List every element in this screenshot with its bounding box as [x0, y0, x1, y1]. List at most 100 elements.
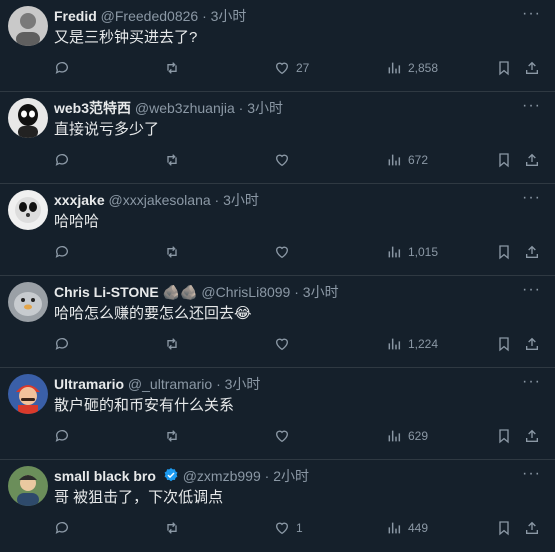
- like-button[interactable]: [274, 426, 296, 446]
- reply-tweet[interactable]: small black bro @zxmzb999 · 2小时 ··· 哥 被狙…: [0, 460, 555, 552]
- separator-dot: ·: [202, 8, 207, 24]
- like-count: 1: [296, 521, 303, 535]
- share-button[interactable]: [524, 58, 540, 78]
- reply-icon: [55, 430, 68, 442]
- like-button[interactable]: 27: [274, 58, 309, 78]
- reply-tweet[interactable]: Fredid @Freeded0826 · 3小时 ··· 又是三秒钟买进去了?…: [0, 0, 555, 92]
- avatar[interactable]: [8, 6, 48, 46]
- share-icon: [526, 61, 538, 74]
- timestamp[interactable]: 3小时: [247, 100, 283, 116]
- more-options-icon[interactable]: ···: [522, 282, 541, 298]
- like-button[interactable]: [274, 150, 296, 170]
- retweet-icon: [167, 154, 177, 166]
- avatar[interactable]: [8, 466, 48, 506]
- avatar[interactable]: [8, 282, 48, 322]
- bookmark-button[interactable]: [496, 518, 512, 538]
- heart-icon: [275, 430, 289, 443]
- share-icon: [526, 153, 538, 166]
- reply-button[interactable]: [54, 150, 70, 170]
- reply-button[interactable]: [54, 518, 70, 538]
- bookmark-button[interactable]: [496, 58, 512, 78]
- tweet-text: 直接说亏多少了: [54, 121, 160, 138]
- view-count: 2,858: [408, 61, 439, 75]
- display-name[interactable]: Fredid: [54, 8, 97, 24]
- reply-button[interactable]: [54, 334, 70, 354]
- reply-button[interactable]: [54, 426, 70, 446]
- user-handle[interactable]: @xxxjakesolana: [109, 192, 211, 208]
- tweet-header: web3范特西 @web3zhuanjia · 3小时: [54, 99, 283, 117]
- reply-button[interactable]: [54, 242, 70, 262]
- share-button[interactable]: [524, 518, 540, 538]
- display-name[interactable]: xxxjake: [54, 192, 105, 208]
- retweet-button[interactable]: [164, 150, 180, 170]
- share-button[interactable]: [524, 426, 540, 446]
- bookmark-icon: [499, 61, 509, 76]
- bookmark-button[interactable]: [496, 242, 512, 262]
- more-options-icon[interactable]: ···: [522, 98, 541, 114]
- more-options-icon[interactable]: ···: [522, 374, 541, 390]
- timestamp[interactable]: 3小时: [223, 192, 259, 208]
- separator-dot: ·: [214, 192, 220, 208]
- separator-dot: ·: [216, 376, 221, 392]
- views-button[interactable]: 629: [386, 426, 428, 446]
- analytics-icon: [388, 338, 401, 350]
- user-handle[interactable]: @web3zhuanjia: [135, 100, 235, 116]
- user-handle[interactable]: @Freeded0826: [101, 8, 199, 24]
- display-name[interactable]: Chris Li-STONE: [54, 284, 159, 300]
- bookmark-button[interactable]: [496, 426, 512, 446]
- bookmark-icon: [499, 153, 509, 168]
- analytics-icon: [388, 430, 401, 442]
- views-button[interactable]: 1,015: [386, 242, 438, 262]
- timestamp[interactable]: 3小时: [303, 284, 339, 300]
- reply-tweet[interactable]: xxxjake @xxxjakesolana · 3小时 ··· 哈哈哈 1,0…: [0, 184, 555, 276]
- views-button[interactable]: 1,224: [386, 334, 438, 354]
- share-icon: [526, 245, 538, 258]
- user-handle[interactable]: @ChrisLi8099: [201, 284, 290, 300]
- avatar[interactable]: [8, 374, 48, 414]
- tweet-text: 哈哈怎么赚的要怎么还回去😂: [54, 305, 252, 322]
- more-options-icon[interactable]: ···: [522, 466, 541, 482]
- reply-icon: [55, 522, 68, 534]
- bookmark-icon: [499, 245, 509, 260]
- reply-button[interactable]: [54, 58, 70, 78]
- timestamp[interactable]: 2小时: [273, 468, 309, 484]
- user-handle[interactable]: @zxmzb999: [183, 468, 261, 484]
- views-button[interactable]: 449: [386, 518, 428, 538]
- timestamp[interactable]: 3小时: [211, 8, 247, 24]
- share-button[interactable]: [524, 150, 540, 170]
- display-name[interactable]: small black bro: [54, 468, 156, 484]
- more-options-icon[interactable]: ···: [522, 190, 541, 206]
- share-button[interactable]: [524, 242, 540, 262]
- bookmark-button[interactable]: [496, 334, 512, 354]
- retweet-button[interactable]: [164, 426, 180, 446]
- reply-tweet[interactable]: Ultramario @_ultramario · 3小时 ··· 散户砸的和币…: [0, 368, 555, 460]
- retweet-button[interactable]: [164, 334, 180, 354]
- analytics-icon: [388, 522, 401, 534]
- retweet-icon: [167, 522, 177, 534]
- reply-feed: Fredid @Freeded0826 · 3小时 ··· 又是三秒钟买进去了?…: [0, 0, 555, 549]
- views-button[interactable]: 672: [386, 150, 428, 170]
- share-button[interactable]: [524, 334, 540, 354]
- tweet-header: Ultramario @_ultramario · 3小时: [54, 375, 260, 393]
- display-name[interactable]: Ultramario: [54, 376, 124, 392]
- retweet-button[interactable]: [164, 518, 180, 538]
- like-button[interactable]: [274, 242, 296, 262]
- display-name[interactable]: web3范特西: [54, 100, 131, 116]
- bookmark-button[interactable]: [496, 150, 512, 170]
- avatar[interactable]: [8, 98, 48, 138]
- reply-tweet[interactable]: Chris Li-STONE 🪨🪨 @ChrisLi8099 · 3小时 ···…: [0, 276, 555, 368]
- views-button[interactable]: 2,858: [386, 58, 438, 78]
- reply-tweet[interactable]: web3范特西 @web3zhuanjia · 3小时 ··· 直接说亏多少了 …: [0, 92, 555, 184]
- share-icon: [526, 429, 538, 442]
- retweet-button[interactable]: [164, 242, 180, 262]
- analytics-icon: [388, 154, 401, 166]
- user-handle[interactable]: @_ultramario: [128, 376, 212, 392]
- like-button[interactable]: [274, 334, 296, 354]
- timestamp[interactable]: 3小时: [225, 376, 261, 392]
- separator-dot: ·: [264, 468, 270, 484]
- more-options-icon[interactable]: ···: [522, 6, 541, 22]
- avatar[interactable]: [8, 190, 48, 230]
- like-button[interactable]: 1: [274, 518, 303, 538]
- retweet-button[interactable]: [164, 58, 180, 78]
- retweet-icon: [167, 430, 177, 442]
